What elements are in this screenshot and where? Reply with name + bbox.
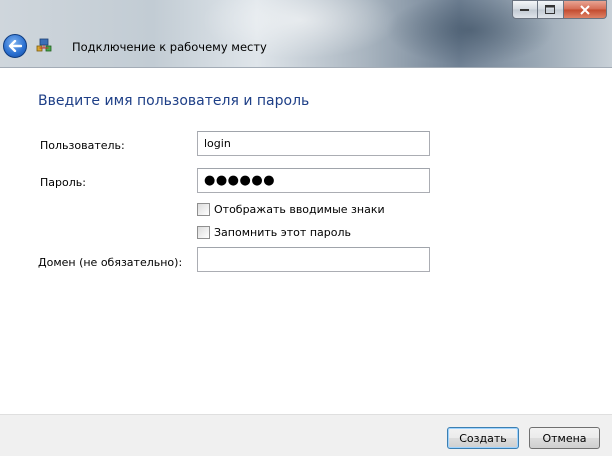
domain-label: Домен (не обязательно): — [38, 256, 183, 269]
password-label: Пароль: — [40, 176, 86, 189]
close-button[interactable] — [564, 0, 607, 19]
show-chars-checkbox[interactable] — [197, 203, 210, 216]
network-connection-icon — [36, 38, 52, 52]
user-input[interactable] — [197, 131, 430, 156]
back-button[interactable] — [3, 34, 27, 58]
dialog-content: Введите имя пользователя и пароль Пользо… — [0, 68, 612, 414]
title-bar: Подключение к рабочему месту — [0, 0, 612, 68]
button-bar: Создать Отмена — [0, 414, 612, 456]
window-title: Подключение к рабочему месту — [72, 40, 267, 54]
minimize-button[interactable] — [512, 0, 538, 19]
back-arrow-icon — [8, 40, 22, 52]
remember-password-label: Запомнить этот пароль — [214, 226, 351, 239]
remember-password-row[interactable]: Запомнить этот пароль — [197, 226, 351, 239]
show-chars-label: Отображать вводимые знаки — [214, 203, 385, 216]
domain-input[interactable] — [197, 247, 430, 272]
minimize-icon — [520, 8, 529, 11]
user-label: Пользователь: — [40, 139, 125, 152]
cancel-button[interactable]: Отмена — [529, 427, 600, 449]
show-chars-row[interactable]: Отображать вводимые знаки — [197, 203, 385, 216]
close-icon — [580, 4, 590, 15]
window-controls — [512, 0, 607, 19]
page-heading: Введите имя пользователя и пароль — [38, 93, 310, 109]
remember-password-checkbox[interactable] — [197, 226, 210, 239]
password-input[interactable] — [197, 168, 430, 193]
maximize-icon — [545, 4, 555, 14]
create-button[interactable]: Создать — [447, 427, 519, 449]
maximize-button[interactable] — [538, 0, 564, 19]
